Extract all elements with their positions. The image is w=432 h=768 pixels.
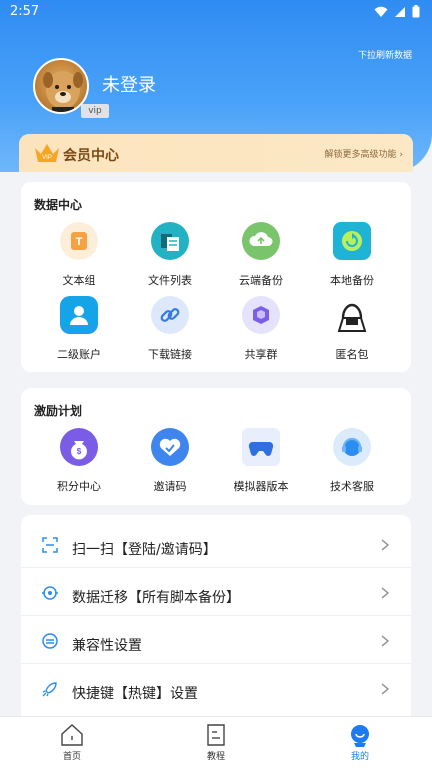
vip-center-bar[interactable]: VIP 会员中心 解锁更多高级功能 › [19, 134, 413, 172]
grid-item-invite-code[interactable]: 邀请码 [125, 428, 215, 494]
svg-text:T: T [76, 236, 83, 248]
tab-profile[interactable]: 我的 [320, 717, 400, 768]
chevron-right-icon [381, 635, 390, 647]
bottom-tab-bar: 首页 教程 我的 [0, 716, 432, 768]
gamepad-icon [242, 428, 280, 466]
grid-item-text-group[interactable]: T 文本组 [34, 222, 124, 288]
menu-item-label: 数据迁移【所有脚本备份】 [72, 590, 240, 606]
data-center-title: 数据中心 [34, 198, 83, 212]
pull-refresh-hint: 下拉刷新数据 [357, 51, 412, 61]
status-time: 2:57 [10, 4, 40, 19]
battery-icon [412, 5, 420, 18]
menu-item-label: 兼容性设置 [72, 638, 142, 654]
settings-menu: 扫一扫【登陆/邀请码】 数据迁移【所有脚本备份】 兼容性设置 快捷键【热键】设置 [21, 515, 411, 720]
text-group-icon: T [60, 222, 98, 260]
chevron-right-icon [381, 683, 390, 695]
grid-item-label: 云端备份 [239, 274, 283, 287]
incentive-card: 激励计划 $ 积分中心 邀请码 模拟器版本 技术客服 [21, 388, 411, 505]
invite-code-icon [151, 428, 189, 466]
grid-item-label: 积分中心 [57, 480, 101, 493]
vip-tag: vip [81, 104, 109, 118]
grid-item-anonymous[interactable]: 匿名包 [307, 296, 397, 362]
wifi-icon [374, 6, 388, 17]
grid-item-label: 文件列表 [148, 274, 192, 287]
file-list-icon [151, 222, 189, 260]
migrate-icon [42, 586, 58, 600]
grid-item-label: 技术客服 [330, 480, 374, 493]
share-group-icon [242, 296, 280, 334]
tab-home[interactable]: 首页 [32, 717, 112, 768]
grid-item-local-backup[interactable]: 本地备份 [307, 222, 397, 288]
data-center-card: 数据中心 T 文本组 文件列表 云端备份 本地备份 二级账户 下载链接 共享群 … [21, 182, 411, 372]
crown-icon: VIP [35, 144, 59, 162]
anonymous-icon [333, 296, 371, 334]
grid-item-download-link[interactable]: 下载链接 [125, 296, 215, 362]
chevron-right-icon [381, 539, 390, 551]
grid-item-sub-account[interactable]: 二级账户 [34, 296, 124, 362]
grid-item-support[interactable]: 技术客服 [307, 428, 397, 494]
grid-item-label: 共享群 [244, 348, 278, 361]
menu-item-scan[interactable]: 扫一扫【登陆/邀请码】 [21, 520, 411, 568]
grid-item-label: 下载链接 [148, 348, 192, 361]
grid-item-file-list[interactable]: 文件列表 [125, 222, 215, 288]
cloud-backup-icon [242, 222, 280, 260]
status-bar: 2:57 [0, 0, 432, 26]
tutorial-icon [207, 724, 225, 746]
signal-icon [395, 6, 405, 17]
grid-item-emulator[interactable]: 模拟器版本 [216, 428, 306, 494]
home-icon [61, 724, 83, 746]
local-backup-icon [333, 222, 371, 260]
menu-item-hotkey[interactable]: 快捷键【热键】设置 [21, 664, 411, 712]
grid-item-label: 本地备份 [330, 274, 374, 287]
scan-icon [42, 537, 58, 553]
rocket-icon [42, 682, 57, 697]
points-icon: $ [60, 428, 98, 466]
vip-unlock-link[interactable]: 解锁更多高级功能 › [325, 147, 403, 160]
vip-center-title: 会员中心 [63, 148, 119, 164]
grid-item-label: 模拟器版本 [233, 480, 289, 493]
grid-item-label: 匿名包 [335, 348, 369, 361]
grid-item-label: 二级账户 [57, 348, 101, 361]
username[interactable]: 未登录 [102, 71, 156, 97]
menu-item-label: 扫一扫【登陆/邀请码】 [72, 542, 217, 558]
grid-item-share-group[interactable]: 共享群 [216, 296, 306, 362]
menu-item-compat[interactable]: 兼容性设置 [21, 616, 411, 664]
compat-icon [42, 633, 58, 649]
grid-item-label: 邀请码 [153, 480, 187, 493]
svg-text:$: $ [77, 447, 82, 456]
support-icon [333, 428, 371, 466]
tab-label: 我的 [350, 752, 369, 762]
tab-label: 首页 [62, 752, 81, 762]
menu-item-label: 快捷键【热键】设置 [72, 686, 198, 702]
profile-icon [351, 725, 369, 747]
status-icons [374, 5, 420, 18]
grid-item-points[interactable]: $ 积分中心 [34, 428, 124, 494]
sub-account-icon [60, 296, 98, 334]
grid-item-label: 文本组 [62, 274, 96, 287]
tab-label: 教程 [206, 752, 225, 762]
menu-item-migrate[interactable]: 数据迁移【所有脚本备份】 [21, 568, 411, 616]
tab-tutorial[interactable]: 教程 [176, 717, 256, 768]
incentive-title: 激励计划 [34, 404, 83, 418]
link-icon [151, 296, 189, 334]
grid-item-cloud-backup[interactable]: 云端备份 [216, 222, 306, 288]
chevron-right-icon [381, 587, 390, 599]
svg-text:VIP: VIP [42, 155, 52, 161]
